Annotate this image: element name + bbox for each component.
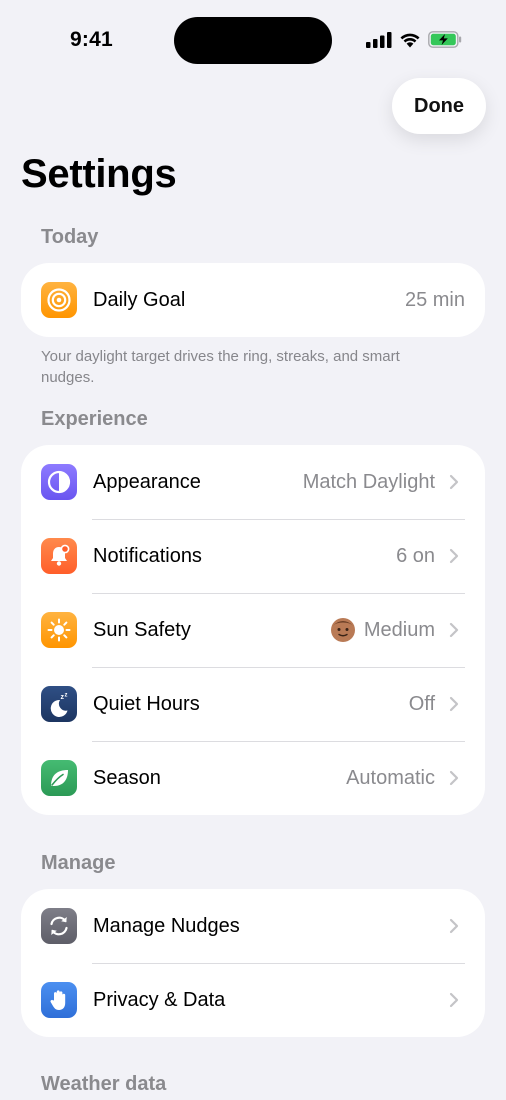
section-header-weather-data: Weather data (41, 1073, 167, 1095)
row-value-notifications: 6 on (396, 544, 435, 567)
row-value-appearance: Match Daylight (302, 470, 435, 493)
today-card: Daily Goal 25 min (21, 263, 485, 337)
chevron-right-icon (449, 474, 461, 490)
row-label-sun-safety: Sun Safety (93, 618, 191, 641)
row-season[interactable]: Season Automatic (21, 741, 485, 815)
row-value-daily-goal: 25 min (404, 288, 465, 311)
moon-zzz-icon: z z (41, 686, 77, 722)
row-notifications[interactable]: Notifications 6 on (21, 519, 485, 593)
section-header-manage: Manage (41, 852, 116, 874)
skin-tone-face-icon (330, 618, 355, 642)
dynamic-island (174, 17, 332, 64)
row-label-notifications: Notifications (93, 544, 202, 567)
row-privacy-data[interactable]: Privacy & Data (21, 963, 485, 1037)
row-label-daily-goal: Daily Goal (93, 288, 186, 311)
sun-icon (41, 612, 77, 648)
row-sun-safety[interactable]: Sun Safety Medium (21, 593, 485, 667)
target-icon (41, 282, 77, 318)
chevron-right-icon (449, 696, 461, 712)
row-value-season: Automatic (346, 766, 435, 789)
experience-card: Appearance Match Daylight Notifications … (21, 445, 485, 815)
chevron-right-icon (449, 548, 461, 564)
today-footer-text: Your daylight target drives the ring, st… (41, 348, 400, 386)
row-label-appearance: Appearance (93, 470, 201, 493)
svg-text:z: z (65, 693, 68, 699)
status-time: 9:41 (70, 28, 113, 51)
row-value-sun-safety: Medium (363, 618, 435, 641)
cellular-signal-icon (366, 31, 392, 48)
manage-card: Manage Nudges Privacy & Data (21, 889, 485, 1037)
chevron-right-icon (449, 622, 461, 638)
row-appearance[interactable]: Appearance Match Daylight (21, 445, 485, 519)
bell-icon (41, 538, 77, 574)
arrows-cycle-icon (41, 908, 77, 944)
wifi-icon (400, 33, 420, 47)
row-label-privacy-data: Privacy & Data (93, 988, 226, 1011)
row-label-season: Season (93, 766, 161, 789)
chevron-right-icon (449, 770, 461, 786)
battery-charging-icon (428, 31, 462, 48)
row-value-sun-safety-wrap: Medium (330, 617, 435, 643)
row-daily-goal[interactable]: Daily Goal 25 min (21, 263, 485, 337)
page-title: Settings (21, 152, 177, 196)
row-quiet-hours[interactable]: z z Quiet Hours Off (21, 667, 485, 741)
chevron-right-icon (449, 992, 461, 1008)
done-button[interactable]: Done (392, 78, 486, 134)
half-circle-icon (41, 464, 77, 500)
row-label-quiet-hours: Quiet Hours (93, 692, 200, 715)
chevron-right-icon (449, 918, 461, 934)
hand-icon (41, 982, 77, 1018)
leaf-icon (41, 760, 77, 796)
status-icons (366, 31, 462, 48)
row-value-quiet-hours: Off (408, 692, 435, 715)
section-header-today: Today (41, 226, 99, 248)
section-header-experience: Experience (41, 408, 148, 430)
row-label-manage-nudges: Manage Nudges (93, 914, 240, 937)
settings-screen: 9:41 Done Settings Today Daily Goal 25 m… (0, 0, 506, 1100)
row-manage-nudges[interactable]: Manage Nudges (21, 889, 485, 963)
